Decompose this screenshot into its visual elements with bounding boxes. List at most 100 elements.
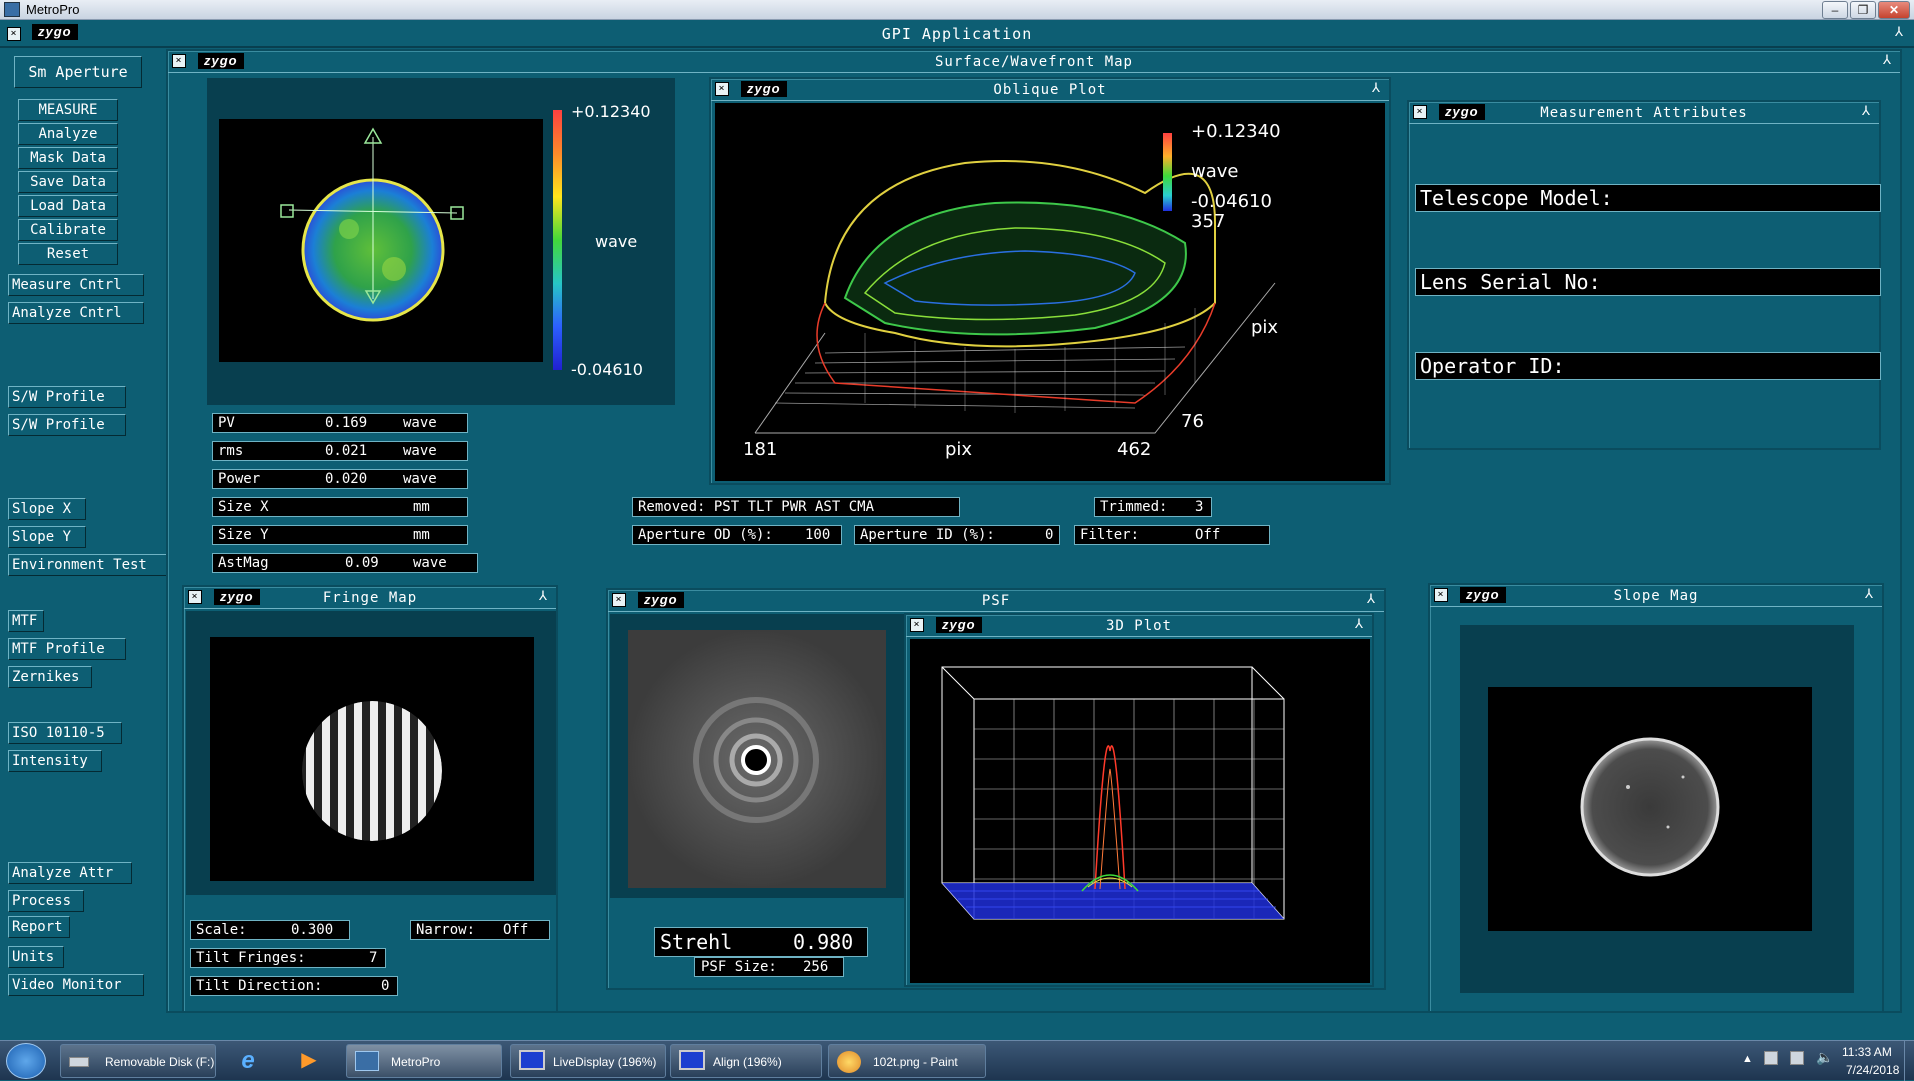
clock-date[interactable]: 7/24/2018 — [1846, 1063, 1899, 1077]
result-size-y: Size Ymm — [212, 525, 468, 545]
telescope-model-field[interactable]: Telescope Model: — [1415, 184, 1881, 212]
oblique-y-max: 357 — [1191, 211, 1226, 232]
fringe-map-canvas[interactable] — [210, 637, 534, 881]
environment-test-button[interactable]: Environment Test — [8, 554, 168, 576]
save-data-button[interactable]: Save Data — [18, 171, 118, 193]
slope-mag-canvas[interactable] — [1488, 687, 1812, 931]
iso-10110-5-button[interactable]: ISO 10110-5 — [8, 722, 122, 744]
filter-field[interactable]: Filter: Off — [1074, 525, 1270, 545]
pin-icon[interactable]: ⅄ — [1355, 617, 1364, 632]
oblique-plot-canvas[interactable]: +0.12340 wave -0.04610 357 pix 76 181 pi… — [715, 103, 1385, 481]
zernikes-button[interactable]: Zernikes — [8, 666, 92, 688]
analyze-attr-button[interactable]: Analyze Attr — [8, 862, 132, 884]
units-button[interactable]: Units — [8, 946, 64, 968]
window-title: MetroPro — [26, 2, 80, 17]
fringe-narrow-field[interactable]: Narrow: Off — [410, 920, 550, 940]
metropro-app-icon — [4, 2, 20, 17]
calibrate-button[interactable]: Calibrate — [18, 219, 118, 241]
load-data-button[interactable]: Load Data — [18, 195, 118, 217]
aperture-od-field[interactable]: Aperture OD (%): 100 — [632, 525, 842, 545]
network-icon[interactable] — [1790, 1051, 1804, 1065]
pin-icon[interactable]: ⅄ — [1862, 104, 1871, 119]
result-size-x: Size Xmm — [212, 497, 468, 517]
fringe-map-graphic — [302, 701, 442, 841]
sw-profile-button-1[interactable]: S/W Profile — [8, 386, 126, 408]
close-button[interactable]: ✕ — [1878, 1, 1910, 19]
operator-id-field[interactable]: Operator ID: — [1415, 352, 1881, 380]
process-button[interactable]: Process — [8, 890, 84, 912]
pin-icon[interactable]: ⅄ — [1883, 53, 1892, 68]
psf-canvas[interactable] — [628, 630, 886, 888]
surface-scale-min: -0.04610 — [571, 360, 643, 379]
tilt-fringes-field[interactable]: Tilt Fringes: 7 — [190, 948, 386, 968]
intensity-button[interactable]: Intensity — [8, 750, 102, 772]
media-player-icon[interactable]: ▶ — [294, 1047, 324, 1075]
video-monitor-button[interactable]: Video Monitor — [8, 974, 144, 996]
fringe-scale-field[interactable]: Scale: 0.300 — [190, 920, 350, 940]
oblique-scale-max: +0.12340 — [1191, 121, 1281, 142]
lens-serial-no-field[interactable]: Lens Serial No: — [1415, 268, 1881, 296]
psf-panel-title: PSF — [981, 593, 1011, 609]
plot3d-panel-title: 3D Plot — [1105, 618, 1172, 634]
surface-color-scale — [553, 110, 562, 370]
show-hidden-icons-icon[interactable]: ▲ — [1742, 1053, 1753, 1065]
clock-time[interactable]: 11:33 AM — [1842, 1045, 1892, 1059]
monitor-icon — [679, 1050, 705, 1070]
volume-icon[interactable]: 🔈 — [1816, 1049, 1833, 1066]
surface-panel-titlebar: × zygo Surface/Wavefront Map ⅄ — [168, 51, 1900, 73]
pin-icon[interactable]: ⅄ — [1865, 587, 1874, 602]
taskbar-item-paint[interactable]: 102t.png - Paint — [828, 1044, 986, 1078]
oblique-x-min: 181 — [743, 439, 778, 460]
analyze-button[interactable]: Analyze — [18, 123, 118, 145]
surface-scale-unit: wave — [595, 232, 638, 251]
app-title: GPI Application — [881, 25, 1033, 43]
minimize-button[interactable]: – — [1822, 1, 1848, 19]
sm-aperture-button[interactable]: Sm Aperture — [14, 56, 142, 88]
psf-frame — [610, 614, 904, 898]
show-desktop-button[interactable] — [1904, 1041, 1914, 1081]
mtf-profile-button[interactable]: MTF Profile — [8, 638, 126, 660]
internet-explorer-icon[interactable]: e — [232, 1047, 264, 1075]
app-header: × zygo GPI Application ⅄ — [0, 20, 1914, 48]
restore-button[interactable]: ❐ — [1850, 1, 1876, 19]
oblique-x-label: pix — [945, 439, 973, 460]
measure-cntrl-button[interactable]: Measure Cntrl — [8, 274, 144, 296]
psf-size-field[interactable]: PSF Size: 256 — [694, 957, 844, 977]
report-button[interactable]: Report — [8, 916, 70, 938]
taskbar-item-livedisplay[interactable]: LiveDisplay (196%) — [510, 1044, 666, 1078]
oblique-scale-unit: wave — [1191, 161, 1239, 182]
result-rms: rms 0.021 wave — [212, 441, 468, 461]
aperture-id-field[interactable]: Aperture ID (%): 0 — [854, 525, 1060, 545]
paint-icon — [837, 1051, 861, 1073]
surface-scale-max: +0.12340 — [571, 102, 651, 121]
oblique-panel-title: Oblique Plot — [993, 82, 1107, 98]
action-center-icon[interactable] — [1764, 1051, 1778, 1065]
sw-profile-button-2[interactable]: S/W Profile — [8, 414, 126, 436]
taskbar-item-metropro[interactable]: MetroPro — [346, 1044, 502, 1078]
plot-3d-canvas[interactable] — [910, 639, 1370, 983]
psf-graphic — [628, 630, 886, 888]
pin-icon[interactable]: ⅄ — [1367, 592, 1376, 607]
start-button[interactable] — [6, 1043, 46, 1079]
reset-button[interactable]: Reset — [18, 243, 118, 265]
oblique-plot-graphic — [754, 133, 1276, 434]
result-pv: PV 0.169 wave — [212, 413, 468, 433]
mask-data-button[interactable]: Mask Data — [18, 147, 118, 169]
taskbar-item-align[interactable]: Align (196%) — [670, 1044, 822, 1078]
tilt-direction-field[interactable]: Tilt Direction: 0 — [190, 976, 398, 996]
analyze-cntrl-button[interactable]: Analyze Cntrl — [8, 302, 144, 324]
slope-x-button[interactable]: Slope X — [8, 498, 86, 520]
mtf-button[interactable]: MTF — [8, 610, 44, 632]
surface-map-canvas[interactable] — [219, 119, 543, 362]
pin-icon[interactable]: ⅄ — [1895, 25, 1904, 40]
slope-y-button[interactable]: Slope Y — [8, 526, 86, 548]
pin-icon[interactable]: ⅄ — [1372, 81, 1381, 96]
result-power: Power 0.020 wave — [212, 469, 468, 489]
trimmed-field[interactable]: Trimmed: 3 — [1094, 497, 1212, 517]
oblique-y-label: pix — [1251, 317, 1279, 338]
taskbar-item-removable-disk[interactable]: Removable Disk (F:) — [60, 1044, 216, 1078]
plot3d-panel-titlebar: × zygo 3D Plot ⅄ — [906, 615, 1372, 637]
measure-button[interactable]: MEASURE — [18, 99, 118, 121]
fringe-panel-title: Fringe Map — [322, 590, 418, 606]
pin-icon[interactable]: ⅄ — [539, 589, 548, 604]
